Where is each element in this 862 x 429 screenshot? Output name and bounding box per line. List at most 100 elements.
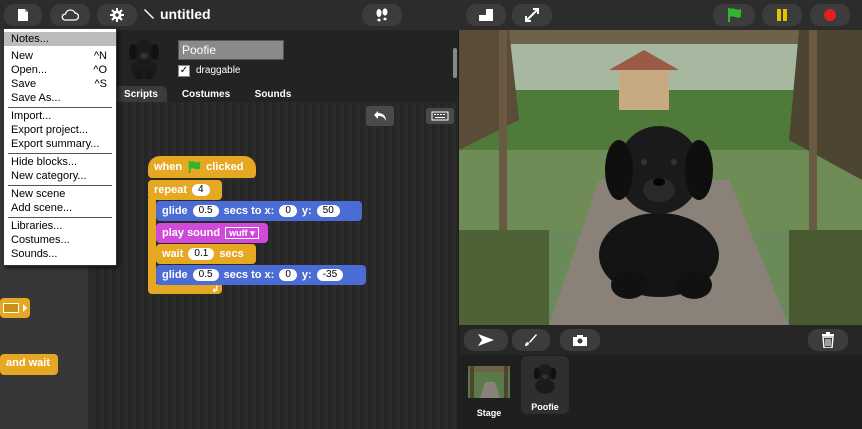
play-sound-block[interactable]: play sound wuff ▾ — [156, 223, 268, 243]
glide-y-input[interactable]: 50 — [316, 205, 340, 217]
glide-block-1[interactable]: glide 0.5 secs to x: 0 y: 50 — [156, 201, 362, 221]
sprite-corral — [459, 355, 862, 429]
menu-item-costumes[interactable]: Costumes... — [4, 233, 116, 247]
menu-divider — [8, 217, 112, 218]
menu-item-label: New category... — [11, 170, 87, 182]
menu-item-label: Add scene... — [11, 202, 73, 214]
glide-mid-label: secs to x: — [223, 269, 275, 281]
menu-item-label: Libraries... — [11, 220, 63, 232]
corral-sprite-item[interactable]: Poofie — [521, 356, 569, 414]
pencil-icon — [144, 9, 154, 19]
stop-button[interactable] — [810, 4, 850, 26]
green-flag-button[interactable] — [713, 4, 755, 26]
menu-item-new-scene[interactable]: New scene — [4, 187, 116, 201]
gear-icon — [110, 8, 124, 22]
glide-y-input[interactable]: -35 — [316, 269, 344, 281]
menu-item-shortcut: ^O — [93, 64, 107, 76]
cloud-button[interactable] — [50, 4, 90, 26]
top-bar: untitled — [0, 0, 862, 30]
menu-divider — [8, 153, 112, 154]
undo-button[interactable] — [366, 106, 394, 126]
menu-item-label: Notes... — [11, 33, 49, 45]
turbo-button[interactable] — [362, 4, 402, 26]
trash-button[interactable] — [808, 329, 848, 351]
keyboard-icon — [431, 111, 449, 121]
menu-item-new-category[interactable]: New category... — [4, 169, 116, 183]
garden-backdrop — [459, 30, 862, 325]
hat-prefix: when — [154, 161, 183, 173]
repeat-count-input[interactable]: 4 — [192, 184, 210, 196]
tab-scripts[interactable]: Scripts — [115, 86, 167, 102]
tab-costumes[interactable]: Costumes — [172, 86, 240, 102]
stage[interactable] — [459, 30, 862, 325]
file-icon — [18, 9, 28, 21]
menu-item-label: Hide blocks... — [11, 156, 78, 168]
menu-item-shortcut: ^N — [93, 50, 107, 62]
keyboard-entry-button[interactable] — [426, 108, 454, 124]
paint-sprite-button[interactable] — [512, 329, 550, 351]
draggable-checkbox[interactable]: ✓ — [178, 65, 190, 77]
file-menu: Notes... New ^N Open... ^O Save ^S Save As.… — [3, 28, 117, 266]
menu-item-notes[interactable]: Notes... — [4, 32, 116, 46]
green-flag-icon — [728, 8, 741, 22]
repeat-block-end: ↲ — [148, 284, 222, 294]
file-menu-button[interactable] — [4, 4, 42, 26]
menu-item-open[interactable]: Open... ^O — [4, 63, 116, 77]
menu-item-new[interactable]: New ^N — [4, 49, 116, 63]
menu-item-export-summary[interactable]: Export summary... — [4, 137, 116, 151]
menu-item-sounds[interactable]: Sounds... — [4, 247, 116, 261]
glide-label: glide — [162, 205, 188, 217]
menu-item-export-project[interactable]: Export project... — [4, 123, 116, 137]
dropdown-arrow-icon — [23, 304, 27, 312]
repeat-block[interactable]: repeat 4 — [148, 180, 222, 200]
play-sound-label: play sound — [162, 227, 221, 239]
normal-stage-icon — [479, 9, 493, 21]
project-title-text: untitled — [160, 6, 211, 22]
stage-size-button[interactable] — [466, 4, 506, 26]
corral-sprite-label: Poofie — [531, 402, 559, 412]
menu-item-save-as[interactable]: Save As... — [4, 91, 116, 105]
fullscreen-button[interactable] — [512, 4, 552, 26]
menu-item-label: Save As... — [11, 92, 61, 104]
pause-button[interactable] — [762, 4, 802, 26]
glide-secs-input[interactable]: 0.5 — [192, 205, 219, 217]
tab-sounds[interactable]: Sounds — [243, 86, 303, 102]
header-scrollbar[interactable] — [453, 48, 457, 78]
sound-dropdown[interactable]: wuff ▾ — [225, 227, 259, 239]
undo-icon — [374, 111, 386, 121]
sprite-name-input[interactable]: Poofie — [178, 40, 284, 60]
menu-item-add-scene[interactable]: Add scene... — [4, 201, 116, 215]
sprite-thumbnail — [124, 36, 164, 80]
menu-item-hide-blocks[interactable]: Hide blocks... — [4, 155, 116, 169]
menu-item-save[interactable]: Save ^S — [4, 77, 116, 91]
settings-button[interactable] — [97, 4, 137, 26]
wait-block[interactable]: wait 0.1 secs — [156, 244, 256, 264]
menu-item-label: Export summary... — [11, 138, 100, 150]
glide-mid-label: secs to x: — [223, 205, 275, 217]
stop-icon — [824, 9, 836, 21]
palette-dropdown[interactable] — [3, 303, 19, 313]
brush-icon — [525, 334, 537, 346]
glide-x-input[interactable]: 0 — [279, 205, 297, 217]
corral-stage-item[interactable]: Stage — [466, 366, 512, 418]
camera-sprite-button[interactable] — [560, 329, 600, 351]
menu-item-label: Open... — [11, 64, 48, 76]
menu-divider — [8, 185, 112, 186]
menu-item-libraries[interactable]: Libraries... — [4, 219, 116, 233]
green-flag-icon — [188, 160, 201, 174]
menu-item-label: Import... — [11, 110, 52, 122]
when-flag-clicked-block[interactable]: when clicked — [148, 156, 256, 178]
puppy-thumbnail-icon — [533, 364, 557, 394]
menu-item-label: Sounds... — [11, 248, 58, 260]
menu-item-shortcut: ^S — [94, 78, 108, 90]
menu-item-import[interactable]: Import... — [4, 109, 116, 123]
corral-stage-label: Stage — [476, 408, 502, 418]
wait-secs-input[interactable]: 0.1 — [188, 248, 215, 260]
glide-x-input[interactable]: 0 — [279, 269, 297, 281]
glide-secs-input[interactable]: 0.5 — [192, 269, 219, 281]
glide-block-2[interactable]: glide 0.5 secs to x: 0 y: -35 — [156, 265, 366, 285]
palette-block-partial[interactable] — [0, 298, 30, 318]
turtle-sprite-button[interactable] — [464, 329, 508, 351]
palette-block-and-wait[interactable]: and wait — [0, 354, 58, 375]
wait-suffix: secs — [219, 248, 244, 260]
